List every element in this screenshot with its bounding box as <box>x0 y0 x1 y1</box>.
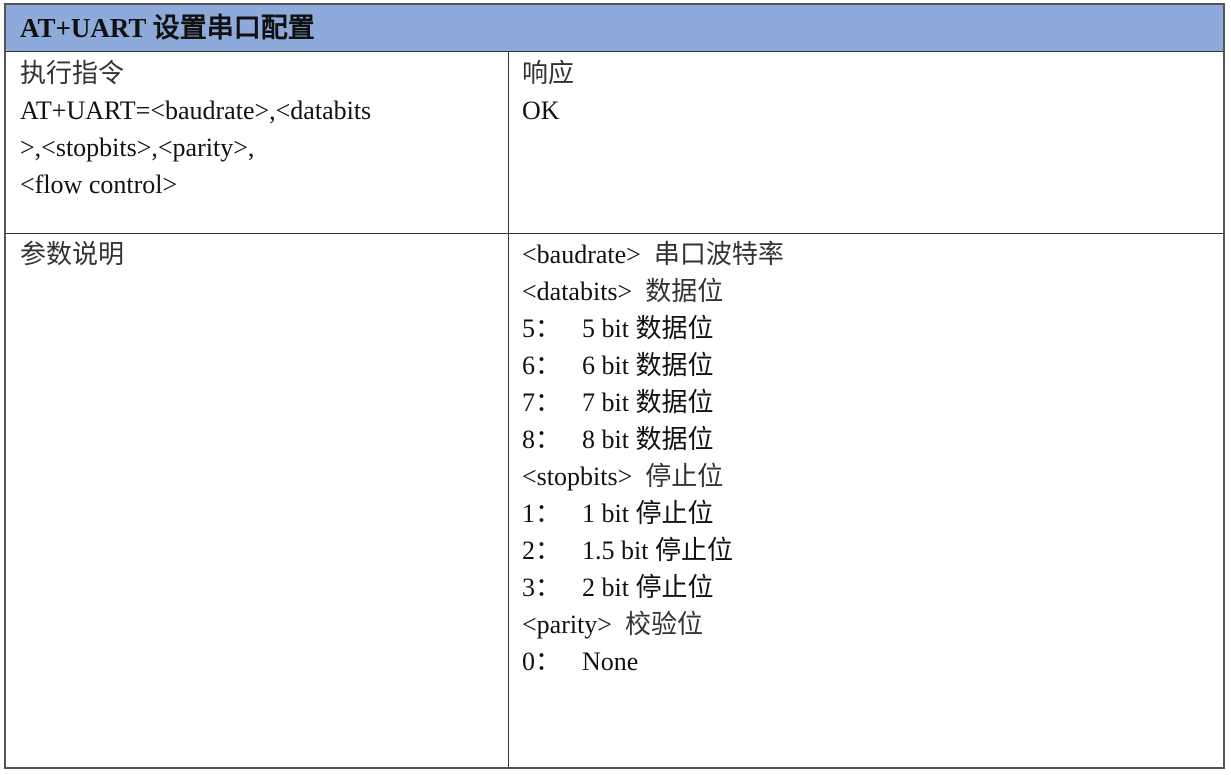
param-item: <baudrate> 串口波特率 <box>522 240 784 269</box>
at-uart-table: AT+UART 设置串口配置 执行指令 AT+UART=<baudrate>,<… <box>4 3 1225 769</box>
param-list-cell: <baudrate> 串口波特率 <databits> 数据位 5： 5 bit … <box>522 236 784 680</box>
command-line: <flow control> <box>20 170 178 199</box>
param-option: 3： 2 bit 停止位 <box>522 573 714 602</box>
param-label-cell: 参数说明 <box>20 236 124 273</box>
command-line: >,<stopbits>,<parity>, <box>20 133 255 162</box>
param-option: 5： 5 bit 数据位 <box>522 314 714 343</box>
row-divider <box>6 233 1223 234</box>
param-option: 8： 8 bit 数据位 <box>522 425 714 454</box>
param-option: 1： 1 bit 停止位 <box>522 499 714 528</box>
param-item: <stopbits> 停止位 <box>522 462 724 491</box>
param-option: 7： 7 bit 数据位 <box>522 388 714 417</box>
table-header-title: AT+UART 设置串口配置 <box>6 5 1223 52</box>
column-divider <box>508 52 509 767</box>
param-option: 6： 6 bit 数据位 <box>522 351 714 380</box>
response-value: OK <box>522 96 560 125</box>
response-cell: 响应 OK <box>522 55 574 129</box>
param-item: <databits> 数据位 <box>522 277 724 306</box>
response-label: 响应 <box>522 59 575 88</box>
command-line: AT+UART=<baudrate>,<databits <box>20 96 372 125</box>
command-cell: 执行指令 AT+UART=<baudrate>,<databits >,<sto… <box>20 55 500 203</box>
param-option: 0： None <box>522 647 639 676</box>
param-item: <parity> 校验位 <box>522 610 703 639</box>
param-label: 参数说明 <box>20 240 125 269</box>
param-option: 2： 1.5 bit 停止位 <box>522 536 733 565</box>
command-label: 执行指令 <box>20 59 125 88</box>
